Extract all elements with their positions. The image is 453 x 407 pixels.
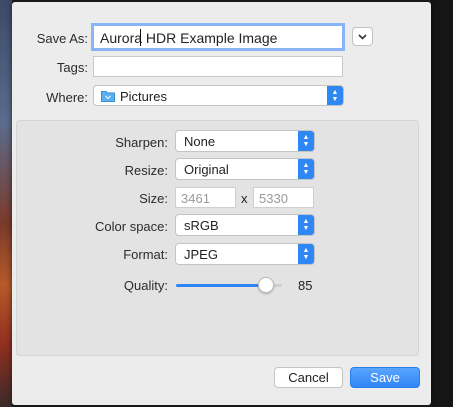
- save-as-value: Aurora HDR Example Image: [100, 30, 278, 46]
- where-value: Pictures: [120, 89, 167, 104]
- arrow-down-icon: ▼: [302, 141, 310, 148]
- sharpen-label: Sharpen:: [115, 135, 168, 150]
- size-label: Size:: [139, 191, 168, 206]
- resize-value: Original: [184, 162, 229, 177]
- resize-label: Resize:: [124, 163, 168, 178]
- format-stepper: ▲ ▼: [298, 244, 314, 264]
- save-button[interactable]: Save: [350, 367, 420, 388]
- chevron-down-icon: [358, 34, 367, 40]
- quality-slider-fill: [176, 284, 267, 287]
- folder-icon: [101, 91, 115, 102]
- colorspace-popup[interactable]: sRGB ▲ ▼: [175, 214, 315, 236]
- save-as-label: Save As:: [36, 31, 88, 46]
- where-popup[interactable]: Pictures ▲ ▼: [93, 85, 344, 106]
- quality-label: Quality:: [123, 278, 168, 293]
- height-value: 5330: [259, 191, 288, 206]
- format-value: JPEG: [184, 247, 218, 262]
- size-separator: x: [241, 191, 248, 206]
- format-popup[interactable]: JPEG ▲ ▼: [175, 243, 315, 265]
- arrow-up-icon: ▲: [302, 247, 310, 254]
- width-value: 3461: [181, 191, 210, 206]
- quality-value: 85: [298, 278, 313, 293]
- where-label: Where:: [46, 90, 88, 105]
- sharpen-stepper: ▲ ▼: [298, 131, 314, 151]
- resize-stepper: ▲ ▼: [298, 159, 314, 179]
- sharpen-value: None: [184, 134, 216, 149]
- colorspace-value: sRGB: [184, 218, 219, 233]
- height-field[interactable]: 5330: [253, 187, 314, 208]
- arrow-down-icon: ▼: [302, 225, 310, 232]
- width-field[interactable]: 3461: [175, 187, 236, 208]
- arrow-up-icon: ▲: [331, 88, 339, 96]
- options-panel: [16, 120, 419, 356]
- background-photo: [0, 0, 12, 407]
- arrow-down-icon: ▼: [302, 169, 310, 176]
- save-as-field[interactable]: Aurora HDR Example Image: [91, 23, 345, 51]
- expand-button[interactable]: [352, 27, 373, 46]
- colorspace-stepper: ▲ ▼: [298, 215, 314, 235]
- background-window: [431, 0, 453, 407]
- format-label: Format:: [123, 247, 168, 262]
- tags-label: Tags:: [56, 60, 88, 75]
- cancel-button[interactable]: Cancel: [274, 367, 343, 388]
- arrow-down-icon: ▼: [302, 254, 310, 261]
- quality-slider-knob[interactable]: [258, 277, 275, 293]
- arrow-up-icon: ▲: [302, 134, 310, 141]
- resize-popup[interactable]: Original ▲ ▼: [175, 158, 315, 180]
- arrow-down-icon: ▼: [331, 95, 339, 103]
- arrow-up-icon: ▲: [302, 218, 310, 225]
- colorspace-label: Color space:: [95, 219, 168, 234]
- tags-field[interactable]: [93, 56, 343, 77]
- arrow-up-icon: ▲: [302, 162, 310, 169]
- text-caret: [140, 29, 141, 46]
- sharpen-popup[interactable]: None ▲ ▼: [175, 130, 315, 152]
- where-stepper: ▲ ▼: [327, 86, 343, 105]
